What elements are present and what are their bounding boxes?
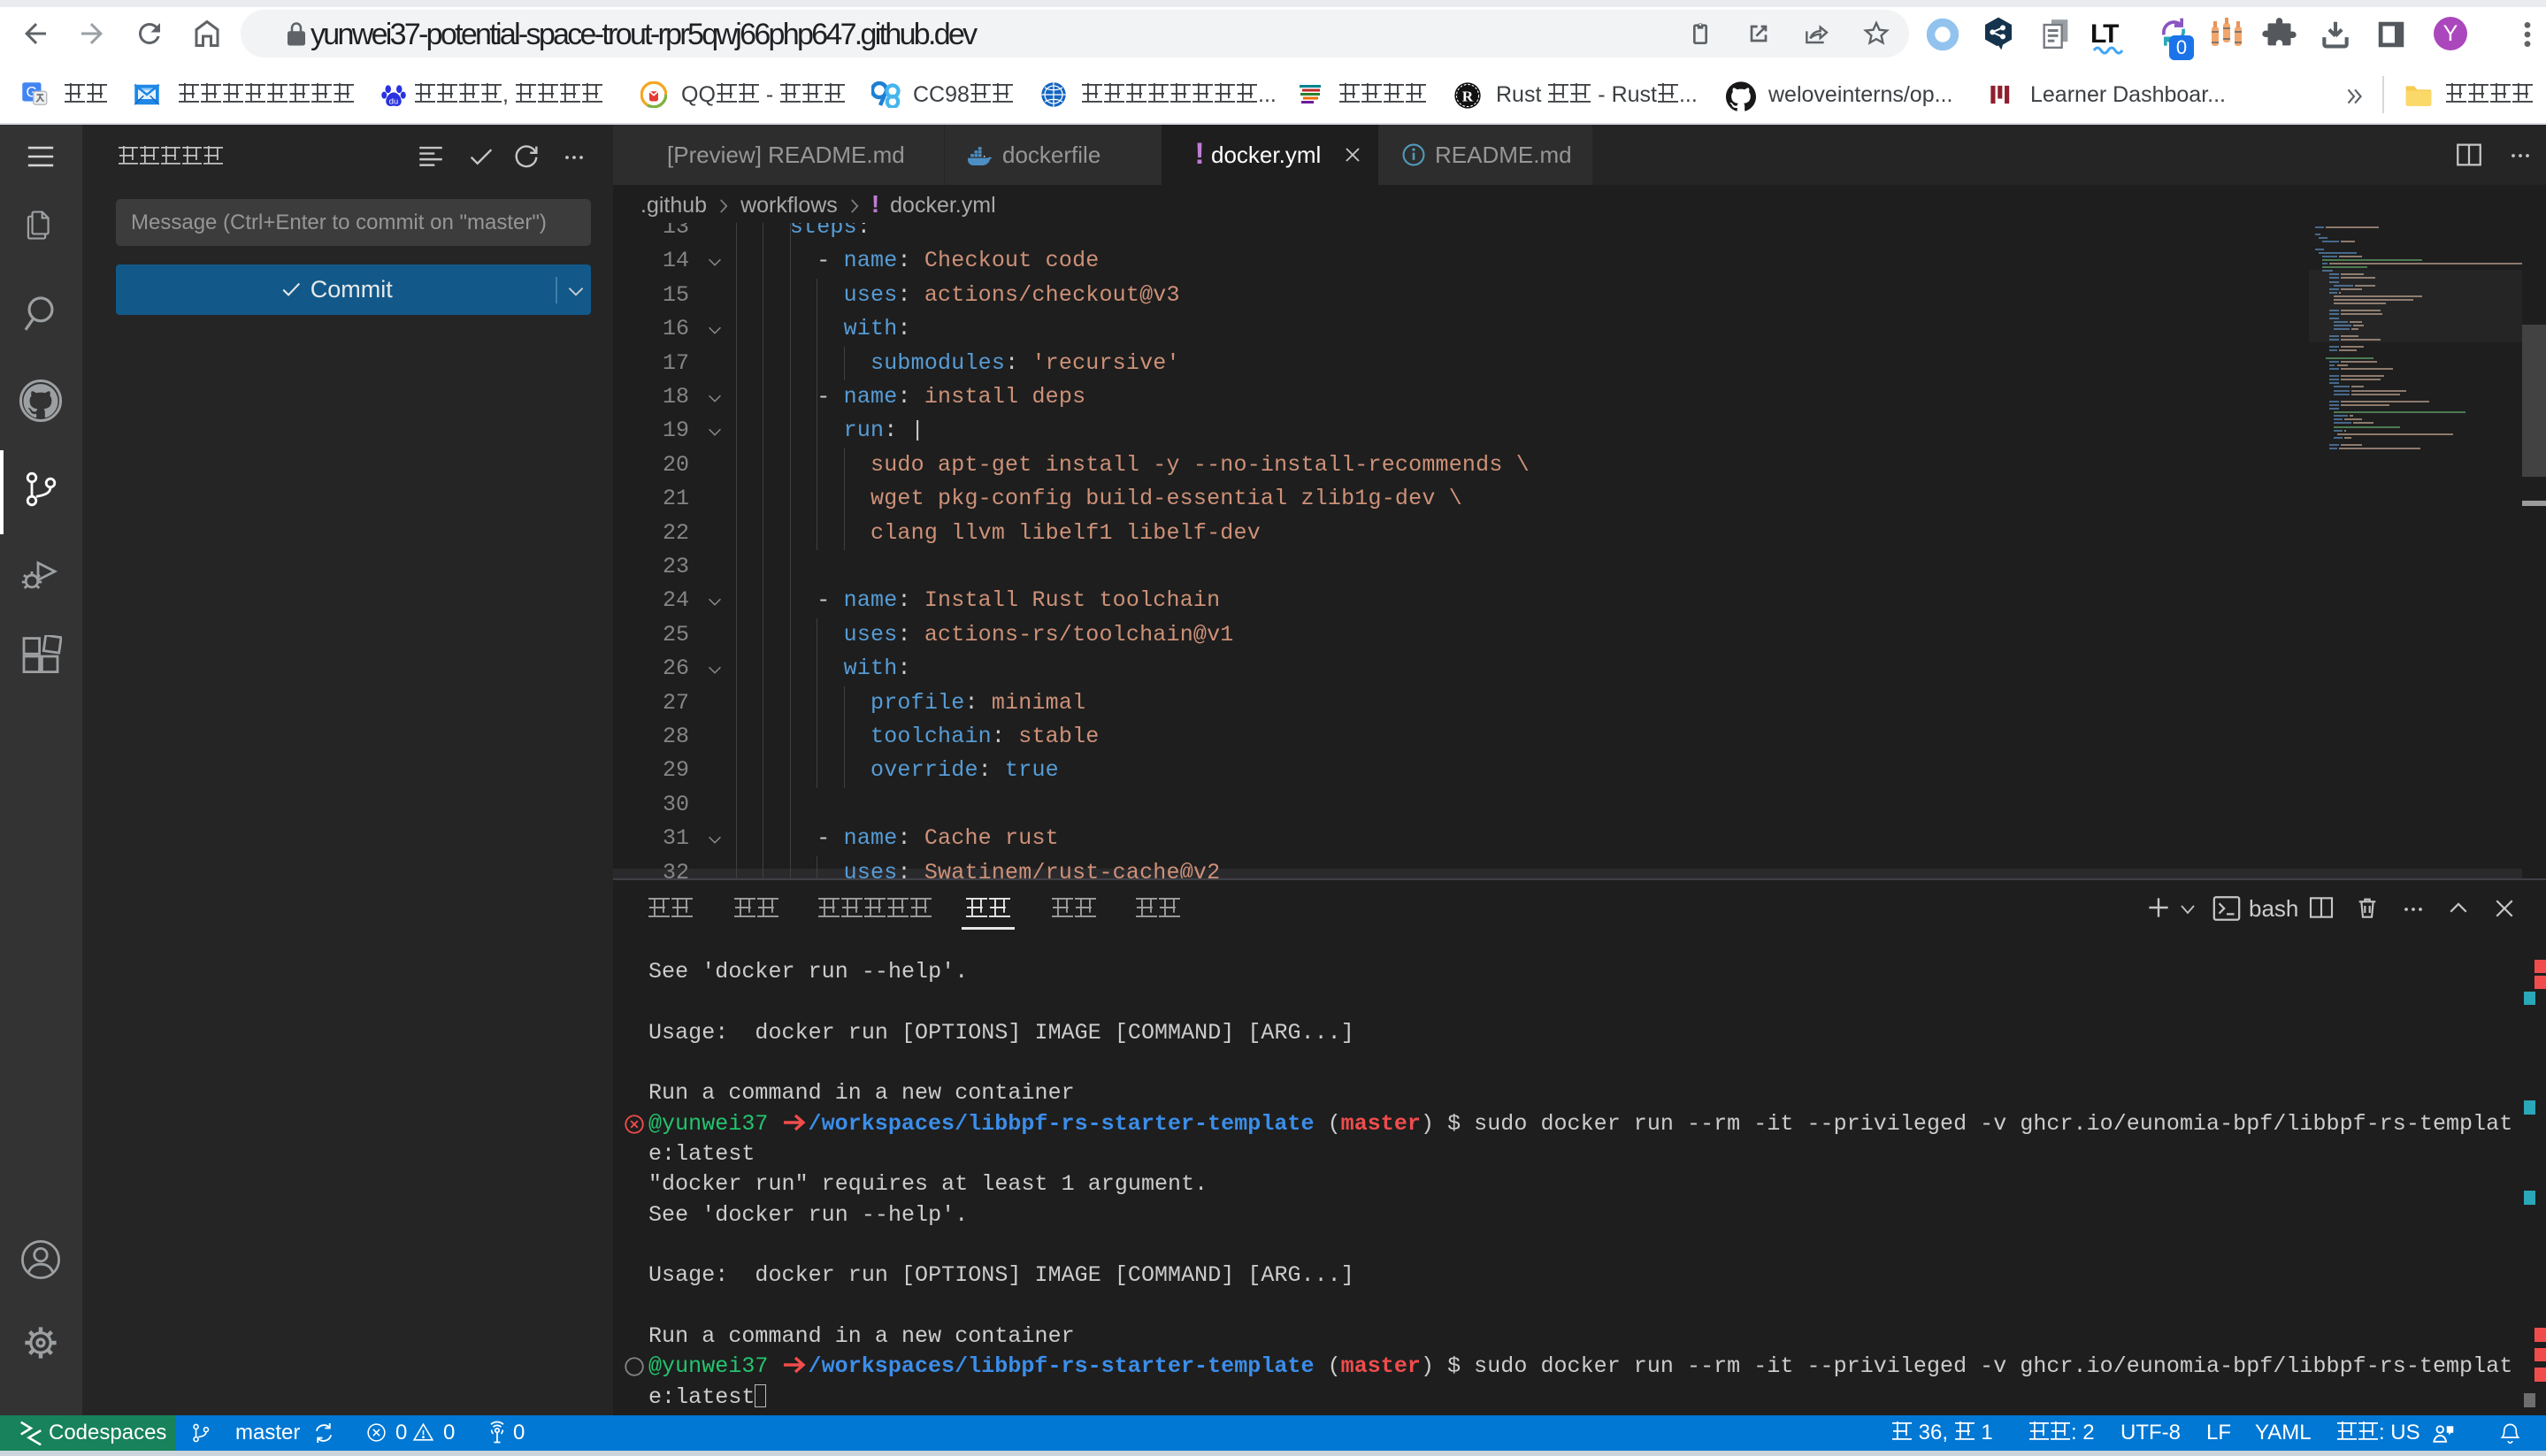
svg-text:du: du (389, 97, 398, 106)
svg-text:R: R (1462, 88, 1474, 105)
